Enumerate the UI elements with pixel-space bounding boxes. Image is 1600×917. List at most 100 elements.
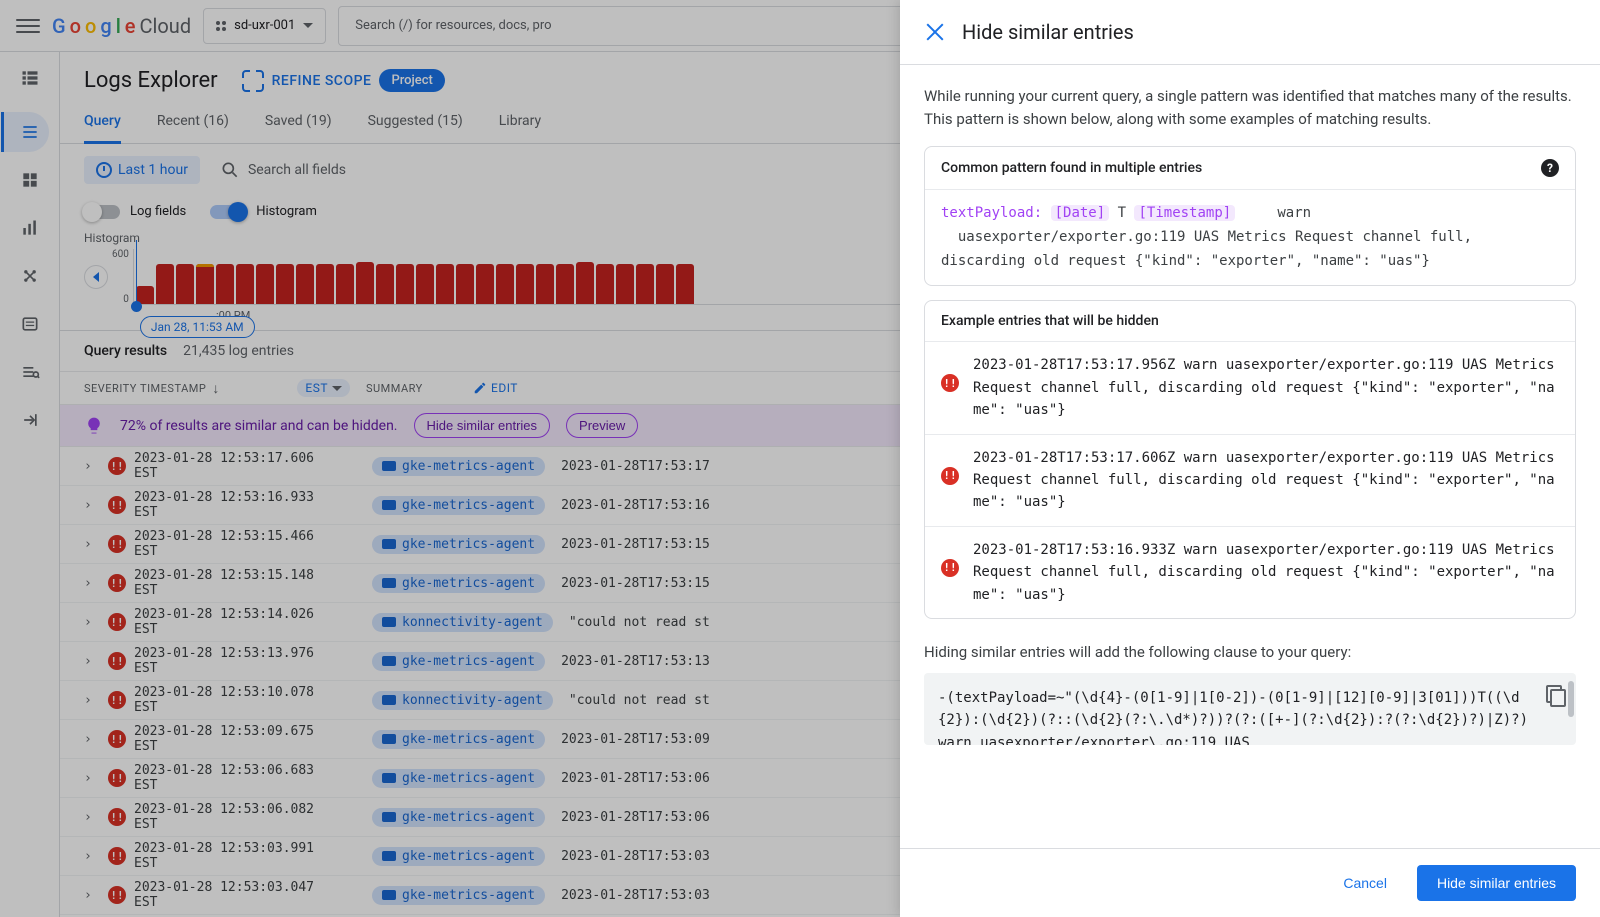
expand-icon[interactable]: › — [84, 771, 100, 786]
histogram-bar[interactable] — [536, 264, 554, 304]
severity-error-icon: !! — [108, 496, 126, 514]
histogram-bar[interactable] — [216, 264, 234, 304]
expand-icon[interactable]: › — [84, 888, 100, 903]
expand-icon[interactable]: › — [84, 654, 100, 669]
expand-icon[interactable]: › — [84, 732, 100, 747]
pattern-content: textPayload: [Date] T [Timestamp] warn u… — [925, 190, 1575, 285]
source-chip[interactable]: gke-metrics-agent — [372, 808, 545, 827]
rail-analytics[interactable] — [3, 352, 51, 392]
severity-error-icon: !! — [941, 467, 959, 485]
time-range-chip[interactable]: Last 1 hour — [84, 156, 200, 184]
expand-icon[interactable]: › — [84, 810, 100, 825]
histogram-bar[interactable] — [236, 264, 254, 304]
preview-button[interactable]: Preview — [566, 413, 638, 438]
hide-similar-button[interactable]: Hide similar entries — [414, 413, 551, 438]
refine-scope-label: REFINE SCOPE — [272, 73, 372, 89]
rail-export[interactable] — [3, 400, 51, 440]
histogram-bar[interactable] — [256, 264, 274, 304]
rail-dashboards[interactable] — [3, 160, 51, 200]
expand-icon[interactable]: › — [84, 498, 100, 513]
histogram-bar[interactable] — [476, 264, 494, 304]
source-chip[interactable]: konnectivity-agent — [372, 691, 553, 710]
histogram-bar[interactable] — [336, 264, 354, 304]
source-chip[interactable]: gke-metrics-agent — [372, 769, 545, 788]
rail-logs-explorer[interactable] — [1, 112, 49, 152]
histogram-bar[interactable] — [496, 264, 514, 304]
container-icon — [382, 500, 396, 510]
source-chip[interactable]: gke-metrics-agent — [372, 496, 545, 515]
histogram-toggle[interactable]: Histogram — [210, 204, 317, 219]
log-fields-toggle[interactable]: Log fields — [84, 204, 186, 219]
histogram-bar[interactable] — [296, 264, 314, 304]
col-timestamp[interactable]: TIMESTAMP ↓ EST — [140, 379, 350, 397]
container-icon — [382, 617, 396, 627]
histogram-bar[interactable] — [636, 264, 654, 304]
time-marker[interactable] — [136, 240, 137, 312]
source-chip[interactable]: gke-metrics-agent — [372, 457, 545, 476]
tab-saved[interactable]: Saved (19) — [265, 101, 332, 143]
histogram-bar[interactable] — [576, 262, 594, 304]
google-cloud-logo[interactable]: Google Cloud — [52, 14, 191, 38]
search-placeholder: Search (/) for resources, docs, pro — [355, 18, 551, 33]
histogram-bar[interactable] — [456, 264, 474, 304]
copy-icon[interactable] — [1546, 685, 1564, 703]
histogram-bar[interactable] — [656, 264, 674, 304]
histogram-bar[interactable] — [416, 264, 434, 304]
histogram-bar[interactable] — [156, 264, 174, 304]
severity-error-icon: !! — [108, 769, 126, 787]
histogram-prev-button[interactable] — [84, 265, 108, 289]
cancel-button[interactable]: Cancel — [1329, 865, 1401, 901]
source-chip[interactable]: gke-metrics-agent — [372, 886, 545, 905]
timestamp-cell: 2023-01-28 12:53:03.991 EST — [134, 841, 334, 871]
source-chip[interactable]: konnectivity-agent — [372, 613, 553, 632]
histogram-bar[interactable] — [676, 264, 694, 304]
source-chip[interactable]: gke-metrics-agent — [372, 574, 545, 593]
source-chip[interactable]: gke-metrics-agent — [372, 652, 545, 671]
histogram-bar[interactable] — [616, 264, 634, 304]
close-icon[interactable] — [924, 21, 946, 43]
project-selector[interactable]: sd-uxr-001 — [203, 8, 326, 44]
expand-icon[interactable]: › — [84, 537, 100, 552]
rail-metrics[interactable] — [3, 208, 51, 248]
histogram-bar[interactable] — [196, 264, 214, 304]
help-icon[interactable]: ? — [1541, 159, 1559, 177]
histogram-bar[interactable] — [596, 264, 614, 304]
tab-suggested[interactable]: Suggested (15) — [368, 101, 463, 143]
expand-icon[interactable]: › — [84, 849, 100, 864]
expand-icon[interactable]: › — [84, 459, 100, 474]
histogram-bar[interactable] — [356, 262, 374, 304]
expand-icon[interactable]: › — [84, 576, 100, 591]
rail-router[interactable] — [3, 256, 51, 296]
pattern-card: Common pattern found in multiple entries… — [924, 146, 1576, 286]
expand-icon[interactable]: › — [84, 615, 100, 630]
source-chip[interactable]: gke-metrics-agent — [372, 535, 545, 554]
severity-error-icon: !! — [108, 730, 126, 748]
project-name: sd-uxr-001 — [234, 18, 295, 33]
timezone-chip[interactable]: EST — [297, 379, 350, 397]
expand-icon[interactable]: › — [84, 693, 100, 708]
histogram-bar[interactable] — [516, 264, 534, 304]
source-chip[interactable]: gke-metrics-agent — [372, 730, 545, 749]
tab-library[interactable]: Library — [499, 101, 541, 143]
source-chip[interactable]: gke-metrics-agent — [372, 847, 545, 866]
rail-storage[interactable] — [3, 304, 51, 344]
histogram-bar[interactable] — [376, 264, 394, 304]
timestamp-cell: 2023-01-28 12:53:10.078 EST — [134, 685, 334, 715]
histogram-bar[interactable] — [276, 264, 294, 304]
edit-columns-button[interactable]: EDIT — [466, 378, 525, 398]
scrollbar[interactable] — [1568, 681, 1574, 717]
hamburger-icon[interactable] — [16, 14, 40, 38]
pencil-icon — [473, 381, 487, 395]
confirm-hide-button[interactable]: Hide similar entries — [1417, 865, 1576, 901]
timestamp-cell: 2023-01-28 12:53:15.148 EST — [134, 568, 334, 598]
tab-query[interactable]: Query — [84, 101, 121, 144]
tab-recent[interactable]: Recent (16) — [157, 101, 229, 143]
histogram-bar[interactable] — [316, 264, 334, 304]
histogram-bar[interactable] — [436, 264, 454, 304]
logging-product-icon[interactable] — [12, 60, 48, 96]
histogram-bar[interactable] — [176, 264, 194, 304]
col-severity[interactable]: SEVERITY — [84, 382, 140, 395]
histogram-bar[interactable] — [556, 264, 574, 304]
refine-scope-button[interactable]: REFINE SCOPE Project — [242, 69, 445, 92]
histogram-bar[interactable] — [396, 264, 414, 304]
